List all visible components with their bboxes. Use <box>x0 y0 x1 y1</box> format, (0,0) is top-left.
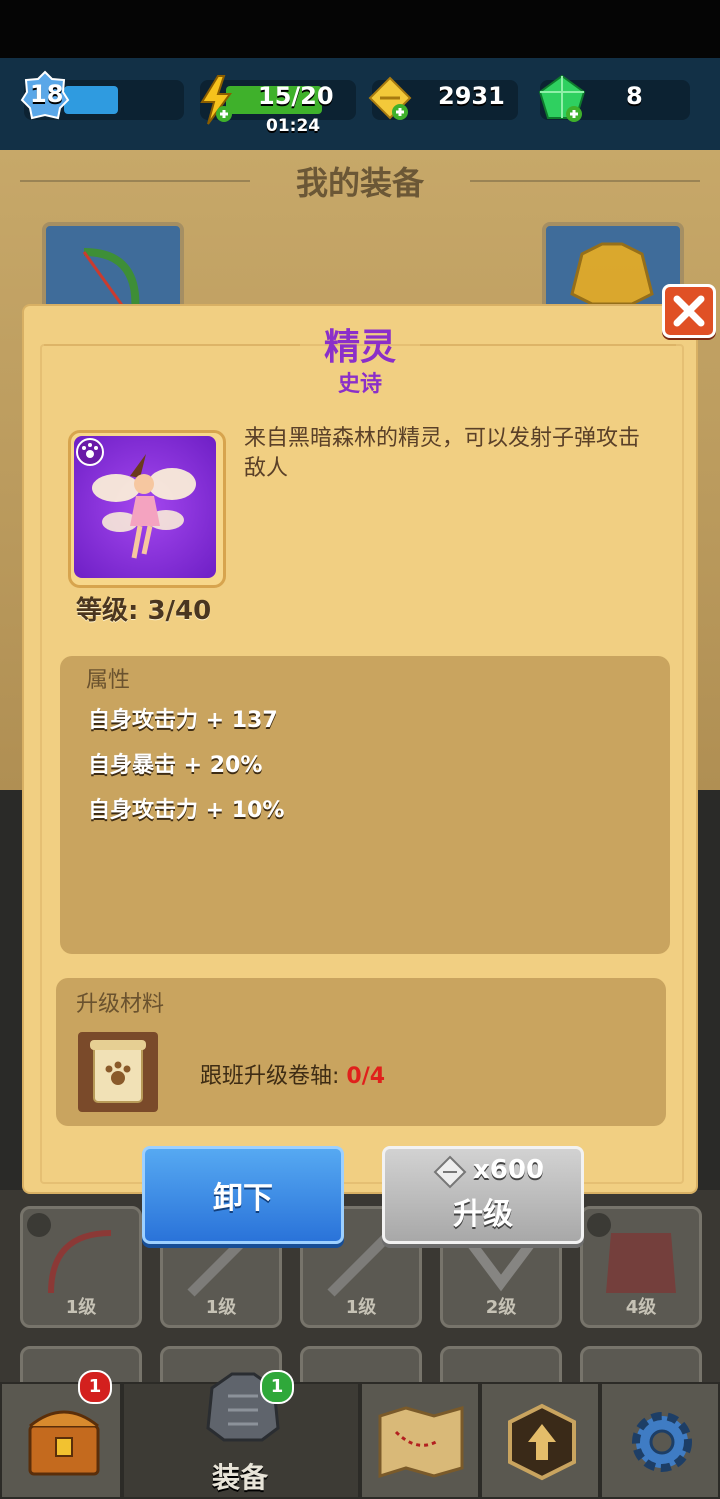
item-level: 2级 <box>485 1297 517 1318</box>
upgrade-arrow-icon <box>508 1403 576 1481</box>
material-name: 跟班升级卷轴: <box>200 1064 347 1089</box>
gem-icon <box>536 74 588 130</box>
bow-icon <box>48 1230 112 1294</box>
gear-icon <box>632 1412 692 1472</box>
nav-chest[interactable]: 1 <box>0 1370 122 1499</box>
treasure-chest-icon <box>28 1410 100 1476</box>
inventory-item-bow[interactable]: 1级 <box>20 1206 142 1328</box>
xp-bar <box>64 86 118 114</box>
energy-value: 15/20 <box>258 82 334 110</box>
upgrade-button[interactable]: x600 升级 <box>382 1146 584 1244</box>
item-description: 来自黑暗森林的精灵，可以发射子弹攻击敌人 <box>244 426 641 481</box>
attribute-row: 自身攻击力 + 10% <box>88 798 285 823</box>
item-level: 1级 <box>345 1297 377 1318</box>
armor-icon <box>606 1233 676 1293</box>
item-level: 1级 <box>65 1297 97 1318</box>
upgrade-cost: x600 <box>473 1155 545 1185</box>
scroll-icon <box>90 1040 146 1103</box>
material-label: 跟班升级卷轴: 0/4 <box>200 1058 385 1090</box>
item-level-label: 等级: 3/40 <box>76 596 212 626</box>
fairy-icon <box>76 438 196 559</box>
nav-upgrade[interactable] <box>480 1382 600 1499</box>
energy-timer: 01:24 <box>266 116 321 136</box>
my-equipment-title: 我的装备 <box>295 164 424 202</box>
gem-value: 8 <box>626 82 643 110</box>
map-icon <box>378 1406 464 1479</box>
item-level: 4级 <box>625 1297 657 1318</box>
attributes-title: 属性 <box>86 668 131 693</box>
nav-equipment-label: 装备 <box>211 1461 268 1494</box>
close-button[interactable] <box>662 284 716 338</box>
equip-badge: 1 <box>260 1370 294 1404</box>
player-level: 18 <box>30 80 64 108</box>
resource-bar: 18 15/20 01:24 2931 8 <box>0 58 720 150</box>
unequip-label: 卸下 <box>213 1181 273 1216</box>
item-level: 1级 <box>205 1297 237 1318</box>
item-title: 精灵 <box>323 327 396 368</box>
materials-title: 升级材料 <box>76 992 165 1017</box>
ticket-icon <box>433 1155 467 1189</box>
material-slot[interactable] <box>78 1032 158 1112</box>
fairy-portrait <box>74 436 216 578</box>
gold-value: 2931 <box>438 82 505 110</box>
gold-ticket-icon <box>366 76 414 128</box>
inventory-item-armor[interactable]: 4级 <box>580 1206 702 1328</box>
nav-settings[interactable] <box>600 1382 720 1499</box>
chest-badge: 1 <box>78 1370 112 1404</box>
material-count: 0/4 <box>346 1064 386 1089</box>
nav-map[interactable] <box>360 1382 480 1499</box>
item-rarity: 史诗 <box>337 372 382 397</box>
close-icon <box>673 295 705 327</box>
unequip-button[interactable]: 卸下 <box>142 1146 344 1244</box>
lightning-icon <box>196 74 236 130</box>
attribute-row: 自身暴击 + 20% <box>88 753 263 778</box>
attribute-row: 自身攻击力 + 137 <box>88 708 278 733</box>
status-bar <box>0 0 720 58</box>
upgrade-label: 升级 <box>453 1197 513 1232</box>
